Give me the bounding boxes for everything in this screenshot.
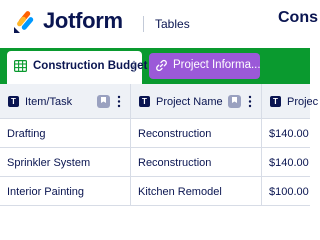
text-type-icon: T	[139, 96, 150, 107]
app-header: Jotform Tables Cons	[0, 0, 318, 48]
header-divider	[143, 16, 144, 32]
table-cell[interactable]: $140.00	[262, 119, 310, 148]
link-icon	[156, 59, 167, 72]
tab-bar: Construction Budget Project Informa...	[0, 48, 310, 84]
cell-text: Interior Painting	[7, 186, 85, 198]
table-cell[interactable]: Reconstruction	[131, 119, 262, 148]
cell-text: $100.00	[269, 186, 309, 198]
table-cell[interactable]: $140.00	[262, 148, 310, 177]
column-label: Project Name	[156, 96, 223, 108]
table-title: Cons	[278, 9, 318, 26]
tab-construction-budget[interactable]: Construction Budget	[7, 51, 147, 84]
cell-text: Kitchen Remodel	[138, 186, 222, 198]
column-label: Projec	[287, 96, 319, 108]
pin-icon[interactable]	[228, 95, 241, 108]
tab-label: Project Informa...	[173, 59, 261, 71]
kebab-menu-icon[interactable]	[131, 60, 137, 73]
text-type-icon: T	[270, 96, 281, 107]
jotform-logo-text[interactable]: Jotform	[43, 8, 123, 34]
table-cell[interactable]: Kitchen Remodel	[131, 177, 262, 206]
column-header-item-task[interactable]: T Item/Task	[0, 84, 131, 119]
column-menu-icon[interactable]	[116, 95, 122, 108]
column-header-project-name[interactable]: T Project Name	[131, 84, 262, 119]
cell-text: Reconstruction	[138, 157, 212, 169]
pin-icon[interactable]	[97, 95, 110, 108]
column-label: Item/Task	[25, 96, 73, 108]
table-cell[interactable]: Sprinkler System	[0, 148, 131, 177]
column-header-project-cost[interactable]: T Projec	[262, 84, 318, 119]
text-type-icon: T	[8, 96, 19, 107]
cell-text: Drafting	[7, 128, 46, 140]
table-cell[interactable]: $100.00	[262, 177, 310, 206]
tab-project-information[interactable]: Project Informa...	[149, 53, 261, 79]
table-cell[interactable]: Reconstruction	[131, 148, 262, 177]
table-grid-icon	[14, 60, 27, 72]
cell-text: $140.00	[269, 128, 309, 140]
column-menu-icon[interactable]	[247, 95, 253, 108]
app-name-label[interactable]: Tables	[155, 17, 190, 31]
cell-text: Reconstruction	[138, 128, 212, 140]
cell-text: $140.00	[269, 157, 309, 169]
table-cell[interactable]: Interior Painting	[0, 177, 131, 206]
table-cell[interactable]: Drafting	[0, 119, 131, 148]
cell-text: Sprinkler System	[7, 157, 91, 169]
jotform-logo-icon[interactable]	[13, 10, 35, 34]
